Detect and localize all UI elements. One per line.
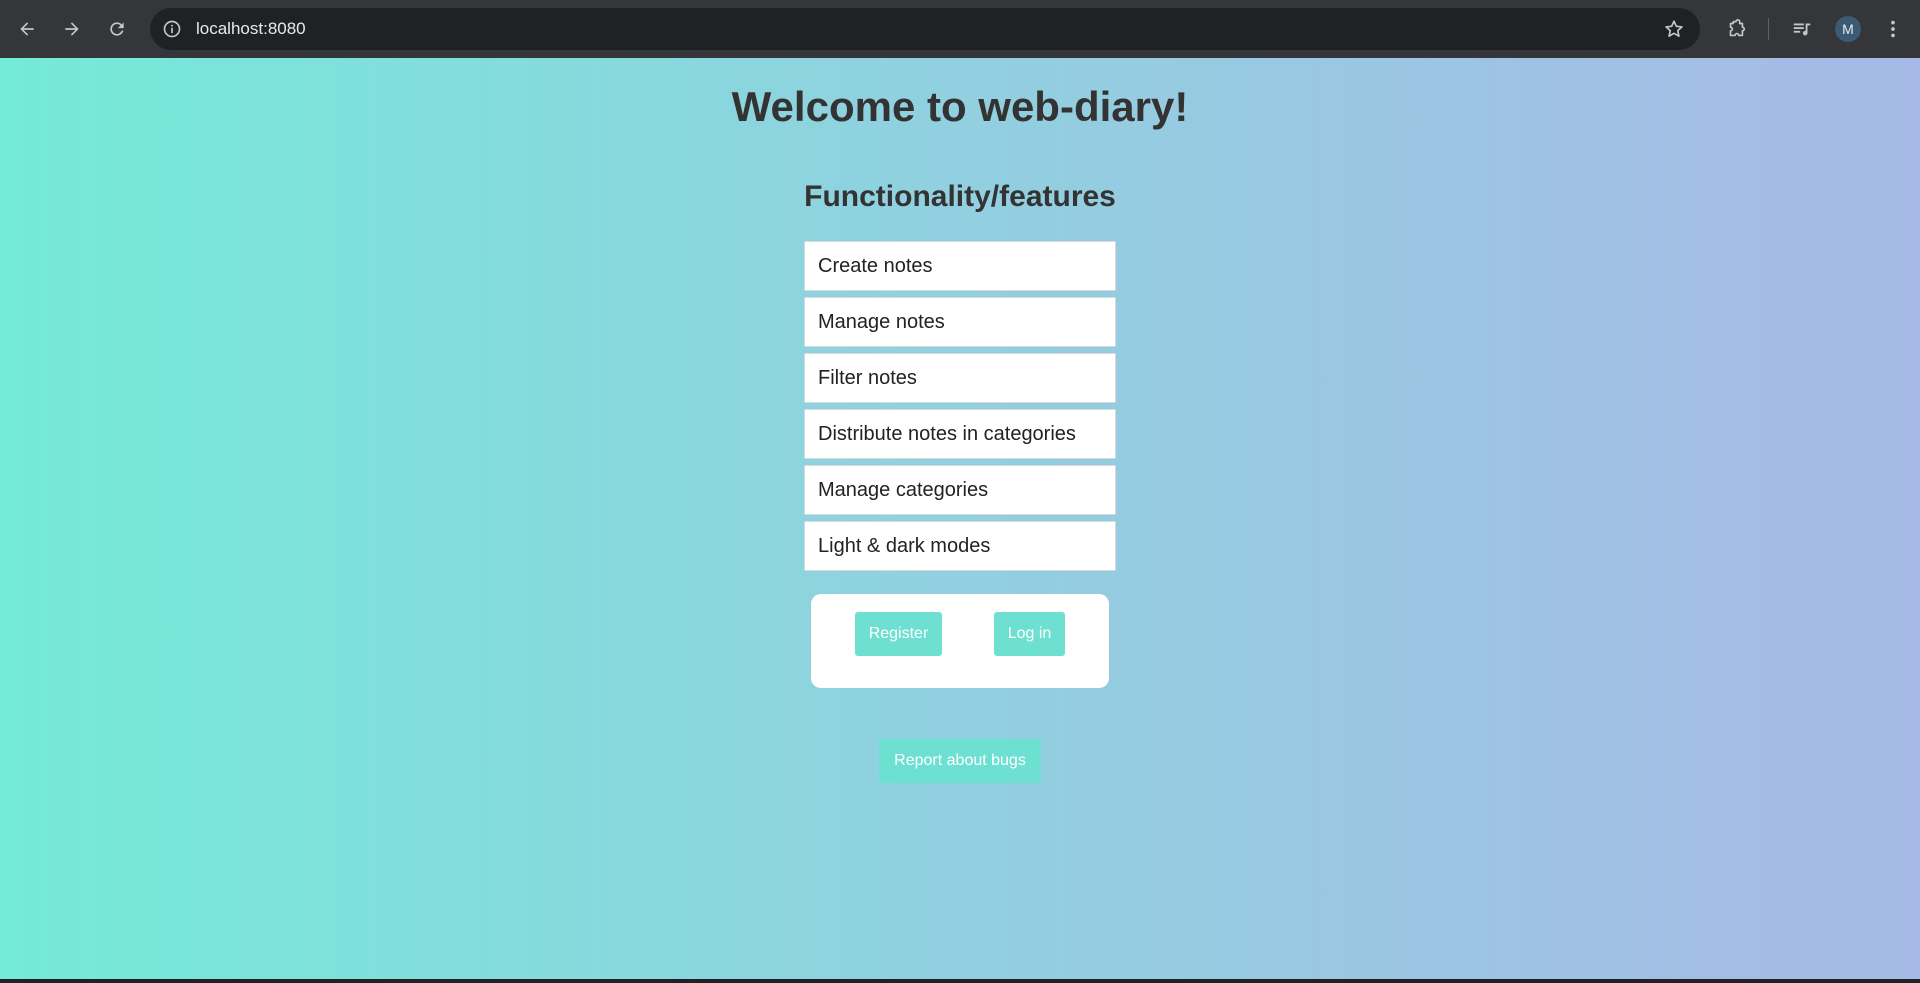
address-bar[interactable]: localhost:8080 <box>150 8 1700 50</box>
feature-item: Manage notes <box>804 297 1116 347</box>
page-title: Welcome to web-diary! <box>731 83 1189 130</box>
feature-item: Filter notes <box>804 353 1116 403</box>
feature-item: Manage categories <box>804 465 1116 515</box>
star-icon[interactable] <box>1662 17 1686 41</box>
reload-icon <box>110 22 124 36</box>
reload-button[interactable] <box>99 11 135 47</box>
auth-card: Register Log in <box>811 594 1109 688</box>
feature-item: Distribute notes in categories <box>804 409 1116 459</box>
page-viewport: Welcome to web-diary! Functionality/feat… <box>0 58 1920 979</box>
profile-avatar[interactable]: M <box>1835 16 1861 42</box>
media-queue-icon <box>1793 23 1811 36</box>
back-button[interactable] <box>9 11 45 47</box>
forward-arrow-icon <box>65 22 79 36</box>
register-button[interactable]: Register <box>855 612 942 656</box>
browser-menu-button[interactable] <box>1879 15 1907 43</box>
window-bottom-edge <box>0 979 1920 983</box>
login-button[interactable]: Log in <box>994 612 1065 656</box>
feature-item: Create notes <box>804 241 1116 291</box>
kebab-menu-icon <box>1891 20 1895 38</box>
info-icon[interactable] <box>160 17 184 41</box>
back-arrow-icon <box>20 22 34 36</box>
features-list: Create notes Manage notes Filter notes D… <box>804 241 1116 577</box>
url-text[interactable]: localhost:8080 <box>196 19 306 39</box>
media-control-button[interactable] <box>1788 15 1816 43</box>
puzzle-icon <box>1729 19 1746 37</box>
feature-item: Light & dark modes <box>804 521 1116 571</box>
toolbar-divider <box>1768 18 1769 40</box>
browser-toolbar: localhost:8080 M <box>0 0 1920 58</box>
forward-button[interactable] <box>54 11 90 47</box>
extensions-button[interactable] <box>1722 15 1750 43</box>
features-heading: Functionality/features <box>804 180 1116 213</box>
report-bugs-button[interactable]: Report about bugs <box>879 739 1041 783</box>
